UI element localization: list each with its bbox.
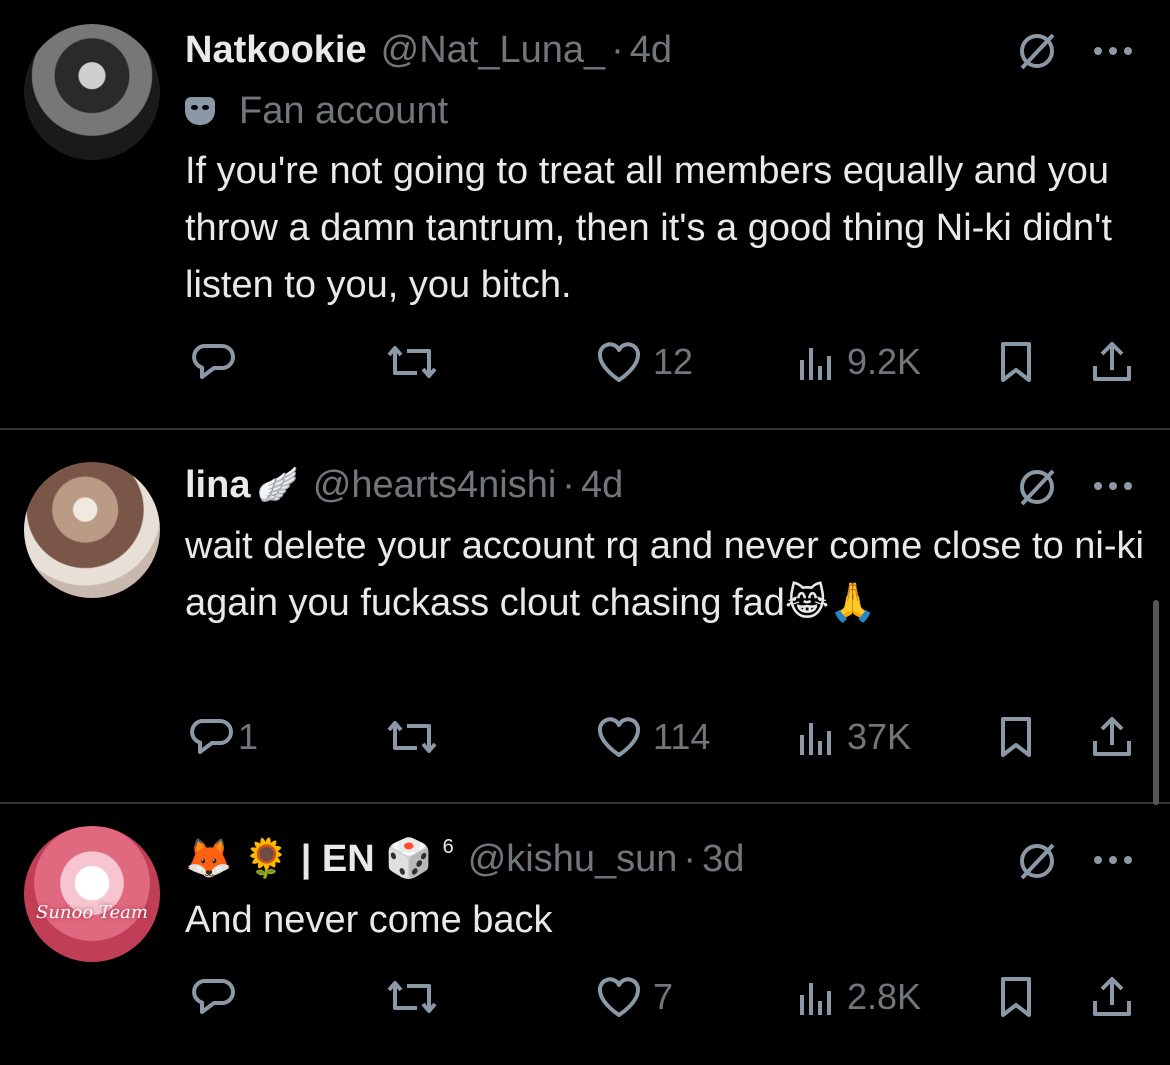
tweet-header: lina 🪽 @hearts4nishi · 4d <box>185 460 623 510</box>
scrollbar[interactable] <box>1153 600 1159 805</box>
bookmark-icon <box>1001 977 1031 1017</box>
tweet-header: 🦊 🌻 | EN 🎲 6 @kishu_sun · 3d <box>185 834 744 884</box>
separator-dot: · <box>562 463 575 506</box>
like-button[interactable]: 12 <box>595 337 693 387</box>
separator-dot: · <box>611 28 624 71</box>
view-count: 9.2K <box>847 341 922 382</box>
reply-feed: Natkookie @Nat_Luna_ · 4d Fan account If… <box>0 0 1170 1065</box>
views-button[interactable]: 37K <box>797 712 911 762</box>
view-count: 2.8K <box>847 976 922 1017</box>
bookmark-icon <box>1001 717 1031 757</box>
share-button[interactable] <box>1090 337 1134 387</box>
like-icon <box>598 342 640 382</box>
retweet-icon <box>387 981 437 1013</box>
reply-icon <box>192 979 235 1014</box>
views-icon <box>800 348 831 380</box>
timestamp[interactable]: 3d <box>702 838 744 881</box>
affiliate-badge: Fan account <box>185 88 448 134</box>
tweet-text: And never come back <box>185 899 553 941</box>
reply-icon <box>190 719 233 754</box>
share-button[interactable] <box>1090 972 1134 1022</box>
like-button[interactable]: 114 <box>595 712 710 762</box>
share-icon <box>1093 717 1131 756</box>
like-count: 7 <box>653 976 674 1017</box>
user-handle[interactable]: @Nat_Luna_ <box>381 29 606 72</box>
separator-dot: · <box>683 837 697 880</box>
like-icon <box>598 977 640 1017</box>
display-name[interactable]: Natkookie <box>185 29 367 72</box>
views-button[interactable]: 9.2K <box>797 337 921 387</box>
bookmark-button[interactable] <box>998 972 1034 1022</box>
views-icon <box>800 723 831 755</box>
like-button[interactable]: 7 <box>595 972 673 1022</box>
avatar-text: Sunoo Team <box>36 902 148 923</box>
tweet[interactable]: Sunoo Team 🦊 🌻 | EN 🎲 6 @kishu_sun · 3d … <box>0 804 1170 1065</box>
action-bar: 12 9.2K <box>0 337 1170 387</box>
reply-button[interactable]: 1 <box>188 712 258 762</box>
name-superscript: 6 <box>442 835 454 858</box>
display-name[interactable]: lina <box>185 464 250 507</box>
grok-icon[interactable] <box>1016 30 1058 72</box>
timestamp[interactable]: 4d <box>581 464 623 507</box>
like-icon <box>598 717 640 757</box>
tweet-header: Natkookie @Nat_Luna_ · 4d <box>185 25 672 75</box>
more-icon[interactable] <box>1091 44 1135 58</box>
avatar[interactable] <box>24 24 160 160</box>
reply-button[interactable] <box>190 972 236 1022</box>
more-icon[interactable] <box>1091 479 1135 493</box>
more-icon[interactable] <box>1091 853 1135 867</box>
retweet-button[interactable] <box>385 337 439 387</box>
retweet-icon <box>387 721 437 753</box>
views-button[interactable]: 2.8K <box>797 972 921 1022</box>
retweet-button[interactable] <box>385 972 439 1022</box>
retweet-icon <box>387 346 437 378</box>
grok-icon[interactable] <box>1016 840 1058 882</box>
share-icon <box>1093 977 1131 1016</box>
badge-label: Fan account <box>239 89 449 132</box>
user-handle[interactable]: @hearts4nishi <box>313 464 556 507</box>
action-bar: 1 114 37K <box>0 712 1170 762</box>
share-button[interactable] <box>1090 712 1134 762</box>
display-name[interactable]: 🦊 🌻 | EN 🎲 <box>185 837 433 881</box>
avatar[interactable] <box>24 462 160 598</box>
reply-count: 1 <box>238 716 259 757</box>
action-bar: 7 2.8K <box>0 972 1170 1022</box>
tweet[interactable]: lina 🪽 @hearts4nishi · 4d wait delete yo… <box>0 430 1170 802</box>
bookmark-button[interactable] <box>998 712 1034 762</box>
share-icon <box>1093 342 1131 381</box>
bookmark-icon <box>1001 342 1031 382</box>
reply-icon <box>192 344 235 379</box>
views-icon <box>800 983 831 1015</box>
retweet-button[interactable] <box>385 712 439 762</box>
bookmark-button[interactable] <box>998 337 1034 387</box>
tweet-text: wait delete your account rq and never co… <box>185 525 1144 624</box>
timestamp[interactable]: 4d <box>630 29 672 72</box>
mask-icon <box>185 97 215 125</box>
tweet[interactable]: Natkookie @Nat_Luna_ · 4d Fan account If… <box>0 0 1170 428</box>
grok-icon[interactable] <box>1016 466 1058 508</box>
view-count: 37K <box>847 716 912 757</box>
tweet-text: If you're not going to treat all members… <box>185 150 1112 306</box>
name-emoji: 🪽 <box>256 466 299 504</box>
like-count: 114 <box>653 716 711 757</box>
user-handle[interactable]: @kishu_sun <box>468 838 678 881</box>
avatar[interactable]: Sunoo Team <box>24 826 160 962</box>
like-count: 12 <box>653 341 694 382</box>
reply-button[interactable] <box>190 337 236 387</box>
